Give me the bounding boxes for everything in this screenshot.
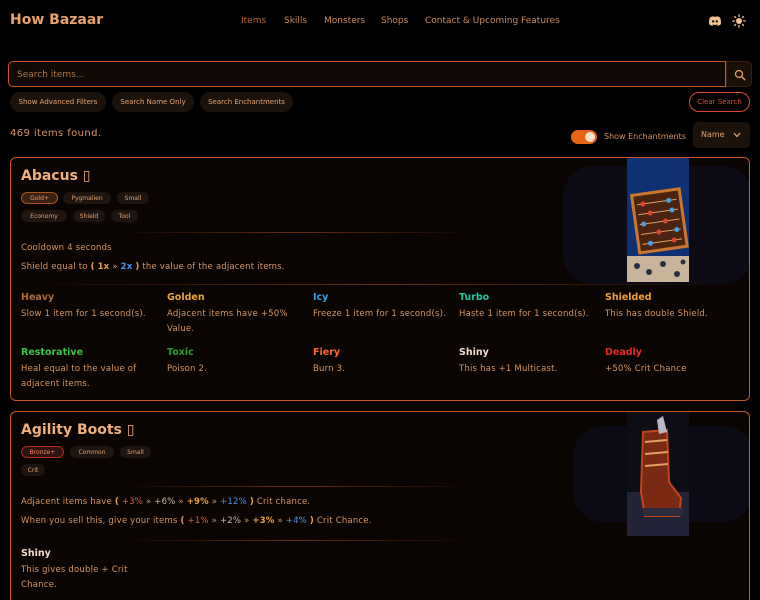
enchantment-name: Deadly xyxy=(605,347,642,358)
enchantment: Deadly +50% Crit Chance xyxy=(605,347,745,377)
enchantment-name: Golden xyxy=(167,292,205,303)
divider xyxy=(121,540,471,541)
size-tag[interactable]: Small xyxy=(117,192,149,204)
nav-contact[interactable]: Contact & Upcoming Features xyxy=(425,16,560,26)
size-tag[interactable]: Small xyxy=(120,446,151,458)
nav-monsters[interactable]: Monsters xyxy=(324,16,365,26)
enchantment-desc: Slow 1 item for 1 second(s). xyxy=(21,309,146,319)
type-tag[interactable]: Shield xyxy=(73,210,105,222)
effect-text: Adjacent items have ( +3% » +6% » +9% » … xyxy=(21,497,311,507)
show-enchantments-toggle[interactable] xyxy=(571,130,597,144)
enchantment-name: Shiny xyxy=(459,347,489,358)
type-tag[interactable]: Crit xyxy=(21,464,45,476)
rarity-tag[interactable]: Common xyxy=(70,446,114,458)
enchantment-desc: Adjacent items have +50% Value. xyxy=(167,309,288,334)
enchantment-name: Heavy xyxy=(21,292,55,303)
search-input[interactable] xyxy=(9,63,725,87)
enchantment-desc: Poison 2. xyxy=(167,364,208,374)
search-icon xyxy=(734,69,746,81)
sort-select[interactable]: Name xyxy=(693,122,750,148)
sort-value: Name xyxy=(701,130,725,139)
enchantment-name: Toxic xyxy=(167,347,194,358)
search-enchantments-button[interactable]: Search Enchantments xyxy=(200,92,293,112)
enchantment-name: Shiny xyxy=(21,548,51,559)
sun-icon[interactable] xyxy=(732,13,746,28)
divider xyxy=(21,284,741,285)
agility-boots-image xyxy=(627,412,689,536)
enchantment-desc: This gives double + Crit Chance. xyxy=(21,565,128,590)
enchantment: Heavy Slow 1 item for 1 second(s). xyxy=(21,292,161,322)
item-title[interactable]: Agility Boots ▯ xyxy=(21,422,134,438)
chevron-down-icon xyxy=(733,132,741,138)
nav-items[interactable]: Items xyxy=(241,16,266,26)
nav-skills[interactable]: Skills xyxy=(284,16,307,26)
effect-text: Shield equal to ( 1x » 2x ) the value of… xyxy=(21,262,285,272)
enchantment: Shielded This has double Shield. xyxy=(605,292,745,322)
advanced-filters-button[interactable]: Show Advanced Filters xyxy=(10,92,106,112)
type-tag[interactable]: Tool xyxy=(111,210,138,222)
show-enchantments-label: Show Enchantments xyxy=(604,132,686,141)
effect-text: When you sell this, give your items ( +1… xyxy=(21,516,372,526)
clear-search-button[interactable]: Clear Search xyxy=(689,92,750,112)
type-tag[interactable]: Economy xyxy=(21,210,67,222)
enchantment-desc: This has +1 Multicast. xyxy=(459,364,558,374)
enchantment: Turbo Haste 1 item for 1 second(s). xyxy=(459,292,599,322)
cooldown-text: Cooldown 4 seconds xyxy=(21,243,112,253)
enchantment: Fiery Burn 3. xyxy=(313,347,453,377)
enchantment-desc: Burn 3. xyxy=(313,364,346,374)
search-name-only-button[interactable]: Search Name Only xyxy=(112,92,194,112)
nav-shops[interactable]: Shops xyxy=(381,16,408,26)
toggle-knob xyxy=(585,132,595,142)
brand-logo[interactable]: How Bazaar xyxy=(10,12,103,28)
enchantment: Shiny This gives double + Crit Chance. xyxy=(21,548,151,593)
search-button[interactable] xyxy=(726,61,752,87)
enchantment: Icy Freeze 1 item for 1 second(s). xyxy=(313,292,453,322)
enchantment-desc: Freeze 1 item for 1 second(s). xyxy=(313,309,447,319)
top-nav: How Bazaar Items Skills Monsters Shops C… xyxy=(0,0,760,44)
item-card[interactable]: Agility Boots ▯ Bronze+ Common Small Cri… xyxy=(10,411,750,600)
abacus-image xyxy=(627,158,689,282)
results-count: 469 items found. xyxy=(10,128,102,139)
item-title[interactable]: Abacus ▯ xyxy=(21,168,91,184)
enchantment-name: Restorative xyxy=(21,347,84,358)
enchantment-desc: +50% Crit Chance xyxy=(605,364,687,374)
tier-tag[interactable]: Gold+ xyxy=(21,192,58,204)
hero-tag[interactable]: Pygmalien xyxy=(63,192,111,204)
enchantment-desc: Haste 1 item for 1 second(s). xyxy=(459,309,589,319)
divider xyxy=(121,486,471,487)
item-card[interactable]: Abacus ▯ Gold+ Pygmalien Small Economy S… xyxy=(10,157,750,401)
enchantment-desc: Heal equal to the value of adjacent item… xyxy=(21,364,137,389)
enchantment-desc: This has double Shield. xyxy=(605,309,708,319)
enchantment: Toxic Poison 2. xyxy=(167,347,307,377)
enchantment: Golden Adjacent items have +50% Value. xyxy=(167,292,307,337)
divider xyxy=(121,232,471,233)
enchantment: Restorative Heal equal to the value of a… xyxy=(21,347,161,392)
discord-icon[interactable] xyxy=(708,13,722,27)
enchantment-name: Fiery xyxy=(313,347,341,358)
search-field[interactable] xyxy=(8,61,726,87)
enchantment-name: Shielded xyxy=(605,292,652,303)
enchantment-name: Icy xyxy=(313,292,329,303)
enchantment: Shiny This has +1 Multicast. xyxy=(459,347,599,377)
tier-tag[interactable]: Bronze+ xyxy=(21,446,64,458)
enchantment-name: Turbo xyxy=(459,292,490,303)
